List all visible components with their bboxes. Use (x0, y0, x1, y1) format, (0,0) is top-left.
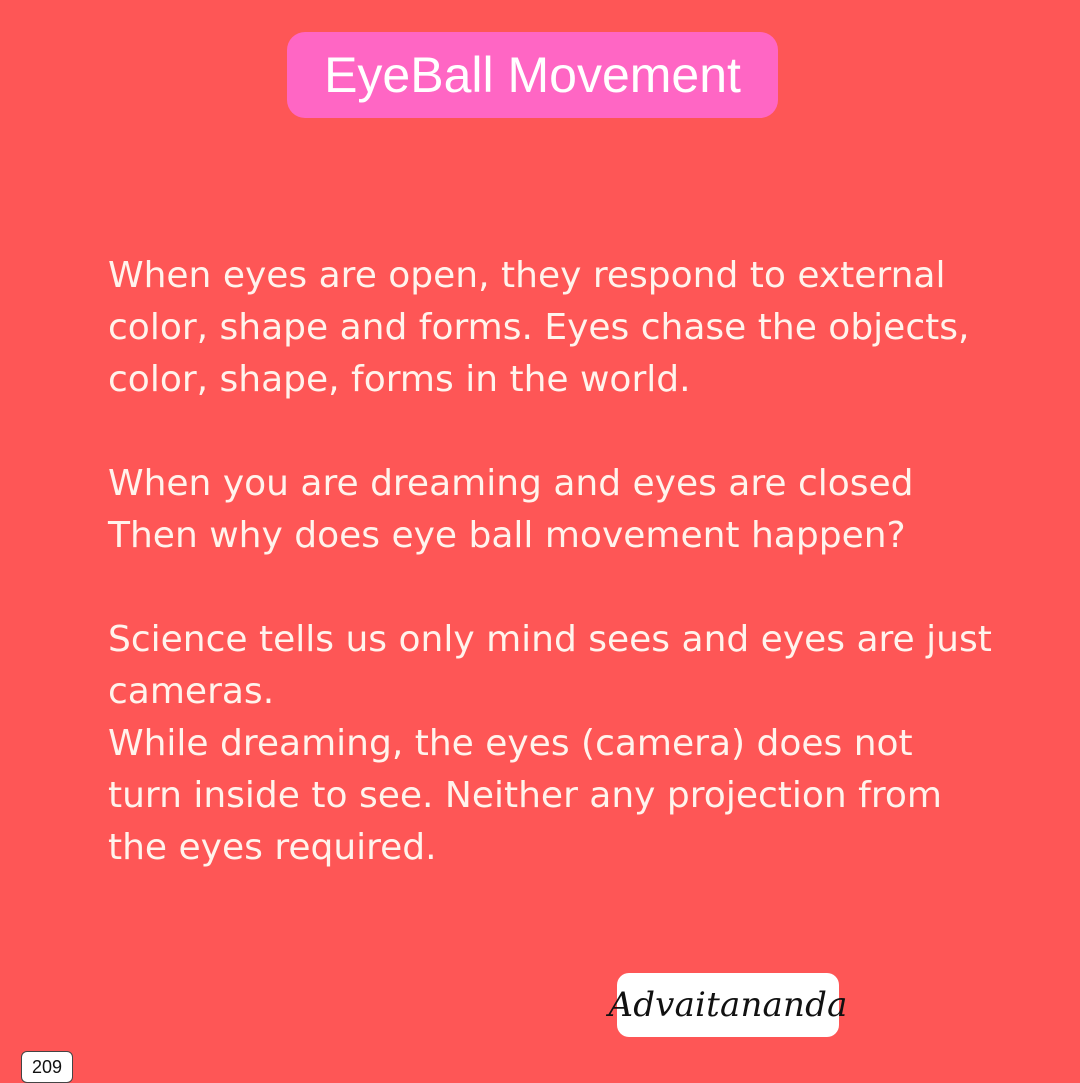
paragraph-line: color, shape, forms in the world. (108, 359, 691, 400)
title-badge: EyeBall Movement (287, 32, 778, 118)
signature-badge: Advaitananda (608, 973, 847, 1037)
page-title: EyeBall Movement (324, 47, 741, 103)
paragraph-line: When eyes are open, they respond to exte… (108, 255, 946, 296)
paragraph-2: When you are dreaming and eyes are close… (108, 458, 1008, 562)
page-number: 209 (21, 1051, 73, 1083)
paragraph-line: cameras. (108, 671, 275, 712)
body-text: When eyes are open, they respond to exte… (108, 250, 1008, 874)
paragraph-line: Science tells us only mind sees and eyes… (108, 619, 992, 660)
paragraph-line: While dreaming, the eyes (camera) does n… (108, 723, 913, 764)
paragraph-line: turn inside to see. Neither any projecti… (108, 775, 942, 816)
paragraph-1: When eyes are open, they respond to exte… (108, 250, 1008, 406)
paragraph-line: When you are dreaming and eyes are close… (108, 463, 914, 504)
paragraph-3: Science tells us only mind sees and eyes… (108, 614, 1008, 874)
signature-text: Advaitananda (608, 985, 848, 1025)
paragraph-line: the eyes required. (108, 827, 437, 868)
paragraph-line: Then why does eye ball movement happen? (108, 515, 906, 556)
paragraph-line: color, shape and forms. Eyes chase the o… (108, 307, 970, 348)
